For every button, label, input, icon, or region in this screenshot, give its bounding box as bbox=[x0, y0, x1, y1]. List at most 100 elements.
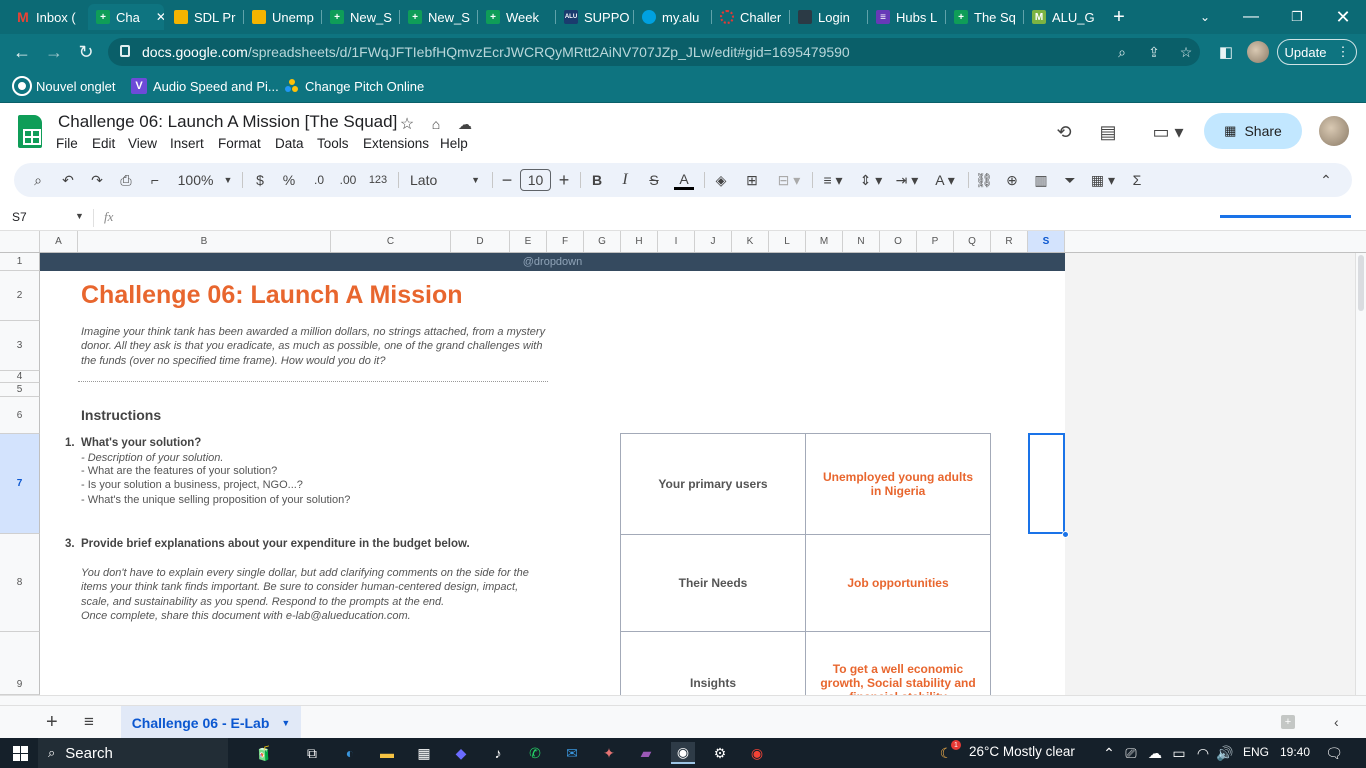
add-sheet-icon[interactable]: + bbox=[46, 711, 58, 734]
challenge-heading[interactable]: Challenge 06: Launch A Mission bbox=[81, 281, 463, 310]
browser-tab[interactable]: + New_S bbox=[322, 4, 398, 30]
menu-file[interactable]: File bbox=[56, 136, 78, 151]
horizontal-scrollbar[interactable] bbox=[0, 695, 1366, 705]
filter-views-icon[interactable]: ▦ ▾ bbox=[1087, 170, 1119, 190]
decrease-decimal-button[interactable]: .0 bbox=[308, 170, 330, 190]
row-header[interactable]: 5 bbox=[0, 383, 40, 397]
whatsapp-icon[interactable]: ✆ bbox=[523, 742, 547, 764]
menu-extensions[interactable]: Extensions bbox=[363, 136, 429, 151]
game-icon[interactable]: ✦ bbox=[597, 742, 621, 764]
cloud-status-icon[interactable]: ☁ bbox=[453, 112, 477, 136]
bookmark-audio-speed[interactable]: V Audio Speed and Pi... bbox=[131, 76, 279, 96]
scroll-thumb[interactable] bbox=[1358, 255, 1364, 311]
name-box[interactable]: S7 bbox=[12, 210, 27, 224]
onedrive-icon[interactable]: ☁ bbox=[1143, 742, 1167, 764]
column-header[interactable]: A bbox=[40, 231, 78, 252]
filter-icon[interactable]: ⏷ bbox=[1060, 170, 1080, 190]
volume-icon[interactable]: 🔊 bbox=[1213, 742, 1237, 764]
url-text[interactable]: docs.google.com/spreadsheets/d/1FWqJFTIe… bbox=[142, 44, 850, 60]
font-size-input[interactable]: 10 bbox=[520, 169, 551, 191]
chevron-up-icon[interactable]: ⌃ bbox=[1097, 742, 1121, 764]
bookmark-change-pitch[interactable]: Change Pitch Online bbox=[283, 76, 424, 96]
collapse-toolbar-icon[interactable]: ⌃ bbox=[1316, 170, 1336, 190]
functions-icon[interactable]: Σ bbox=[1127, 170, 1147, 190]
browser-tab[interactable]: M ALU_G bbox=[1024, 4, 1100, 30]
q3-body[interactable]: You don't have to explain every single d… bbox=[81, 566, 531, 609]
table-value-cell[interactable]: Unemployed young adults in Nigeria bbox=[805, 433, 991, 535]
bold-button[interactable]: B bbox=[588, 170, 606, 190]
sheet-tab-active[interactable]: Challenge 06 - E-Lab ▼ bbox=[121, 706, 301, 740]
table-label-cell[interactable]: Their Needs bbox=[620, 534, 806, 632]
edge-icon[interactable]: ◐ bbox=[338, 742, 362, 764]
app-icon[interactable]: ◆ bbox=[449, 742, 473, 764]
insert-chart-icon[interactable]: ▥ bbox=[1031, 170, 1051, 190]
table-label-cell[interactable]: Insights bbox=[620, 631, 806, 695]
decrease-font-size-button[interactable]: − bbox=[500, 170, 514, 190]
fill-color-icon[interactable]: ◈ bbox=[711, 170, 731, 190]
back-arrow-icon[interactable]: ← bbox=[10, 40, 34, 64]
column-header[interactable]: I bbox=[658, 231, 695, 252]
document-title[interactable]: Challenge 06: Launch A Mission [The Squa… bbox=[58, 112, 397, 132]
italic-button[interactable]: I bbox=[616, 170, 634, 190]
close-tab-icon[interactable]: ✕ bbox=[156, 10, 164, 24]
browser-tab[interactable]: my.alu bbox=[634, 4, 710, 30]
column-header[interactable]: O bbox=[880, 231, 917, 252]
chrome-alt-icon[interactable]: ◉ bbox=[745, 742, 769, 764]
battery-icon[interactable]: ▭ bbox=[1167, 742, 1191, 764]
tiktok-icon[interactable]: ♪ bbox=[486, 742, 510, 764]
font-select[interactable]: Lato ▼ bbox=[410, 170, 480, 190]
browser-tab[interactable]: Unemp bbox=[244, 4, 320, 30]
instructions-heading[interactable]: Instructions bbox=[81, 407, 161, 423]
sheets-logo-icon[interactable] bbox=[18, 115, 42, 148]
vertical-scrollbar[interactable] bbox=[1355, 253, 1366, 695]
undo-icon[interactable]: ↶ bbox=[58, 170, 78, 190]
column-header[interactable]: R bbox=[991, 231, 1028, 252]
paint-format-icon[interactable]: ⌐ bbox=[145, 170, 165, 190]
fill-handle[interactable] bbox=[1062, 531, 1069, 538]
horizontal-align-icon[interactable]: ≡ ▾ bbox=[818, 170, 848, 190]
column-header[interactable]: E bbox=[510, 231, 547, 252]
browser-tab[interactable]: SDL Pr bbox=[166, 4, 242, 30]
reload-icon[interactable]: ↻ bbox=[74, 40, 98, 64]
vertical-align-icon[interactable]: ⇕ ▾ bbox=[856, 170, 886, 190]
browser-tab[interactable]: Login bbox=[790, 4, 866, 30]
close-window-icon[interactable]: ✕ bbox=[1328, 4, 1358, 30]
merge-cells-icon[interactable]: ⊟ ▾ bbox=[772, 170, 806, 190]
collapse-panel-icon[interactable]: ‹ bbox=[1334, 714, 1339, 730]
column-header[interactable]: P bbox=[917, 231, 954, 252]
increase-font-size-button[interactable]: + bbox=[557, 170, 571, 190]
table-label-cell[interactable]: Your primary users bbox=[620, 433, 806, 535]
minimize-icon[interactable]: — bbox=[1236, 4, 1266, 30]
zoom-select[interactable]: 100% ▼ bbox=[176, 170, 234, 190]
menu-edit[interactable]: Edit bbox=[92, 136, 115, 151]
menu-tools[interactable]: Tools bbox=[317, 136, 349, 151]
language-indicator[interactable]: ENG bbox=[1243, 745, 1269, 759]
user-avatar[interactable] bbox=[1319, 116, 1349, 146]
insert-comment-icon[interactable]: ⊕ bbox=[1002, 170, 1022, 190]
insert-link-icon[interactable]: ⛓ bbox=[974, 170, 994, 190]
q1-title[interactable]: What's your solution? bbox=[81, 437, 201, 449]
column-header[interactable]: C bbox=[331, 231, 451, 252]
move-icon[interactable]: ⌂ bbox=[424, 112, 448, 136]
row-header-selected[interactable]: 7 bbox=[0, 434, 40, 534]
zoom-icon[interactable]: ⌕ bbox=[1112, 42, 1132, 62]
bookmark-star-icon[interactable]: ☆ bbox=[1176, 42, 1196, 62]
formula-input[interactable] bbox=[125, 207, 1205, 227]
redo-icon[interactable]: ↷ bbox=[87, 170, 107, 190]
percent-format-button[interactable]: % bbox=[280, 170, 298, 190]
wifi-icon[interactable]: ◠ bbox=[1191, 742, 1215, 764]
menu-help[interactable]: Help bbox=[440, 136, 468, 151]
column-header[interactable]: Q bbox=[954, 231, 991, 252]
profile-avatar[interactable] bbox=[1247, 41, 1269, 63]
menu-view[interactable]: View bbox=[128, 136, 157, 151]
intro-paragraph[interactable]: Imagine your think tank has been awarded… bbox=[81, 325, 551, 368]
task-view-icon[interactable]: ⧉ bbox=[300, 742, 324, 764]
column-header[interactable]: N bbox=[843, 231, 880, 252]
row-header[interactable]: 3 bbox=[0, 321, 40, 371]
table-value-cell[interactable]: To get a well economic growth, Social st… bbox=[805, 631, 991, 695]
chevron-down-icon[interactable]: ▼ bbox=[75, 211, 84, 221]
selected-cell-s7[interactable] bbox=[1028, 433, 1065, 534]
network-icon[interactable]: ⎚ bbox=[1119, 742, 1143, 764]
search-highlight-icon[interactable]: 🧃 bbox=[236, 742, 292, 764]
column-header-selected[interactable]: S bbox=[1028, 231, 1065, 252]
